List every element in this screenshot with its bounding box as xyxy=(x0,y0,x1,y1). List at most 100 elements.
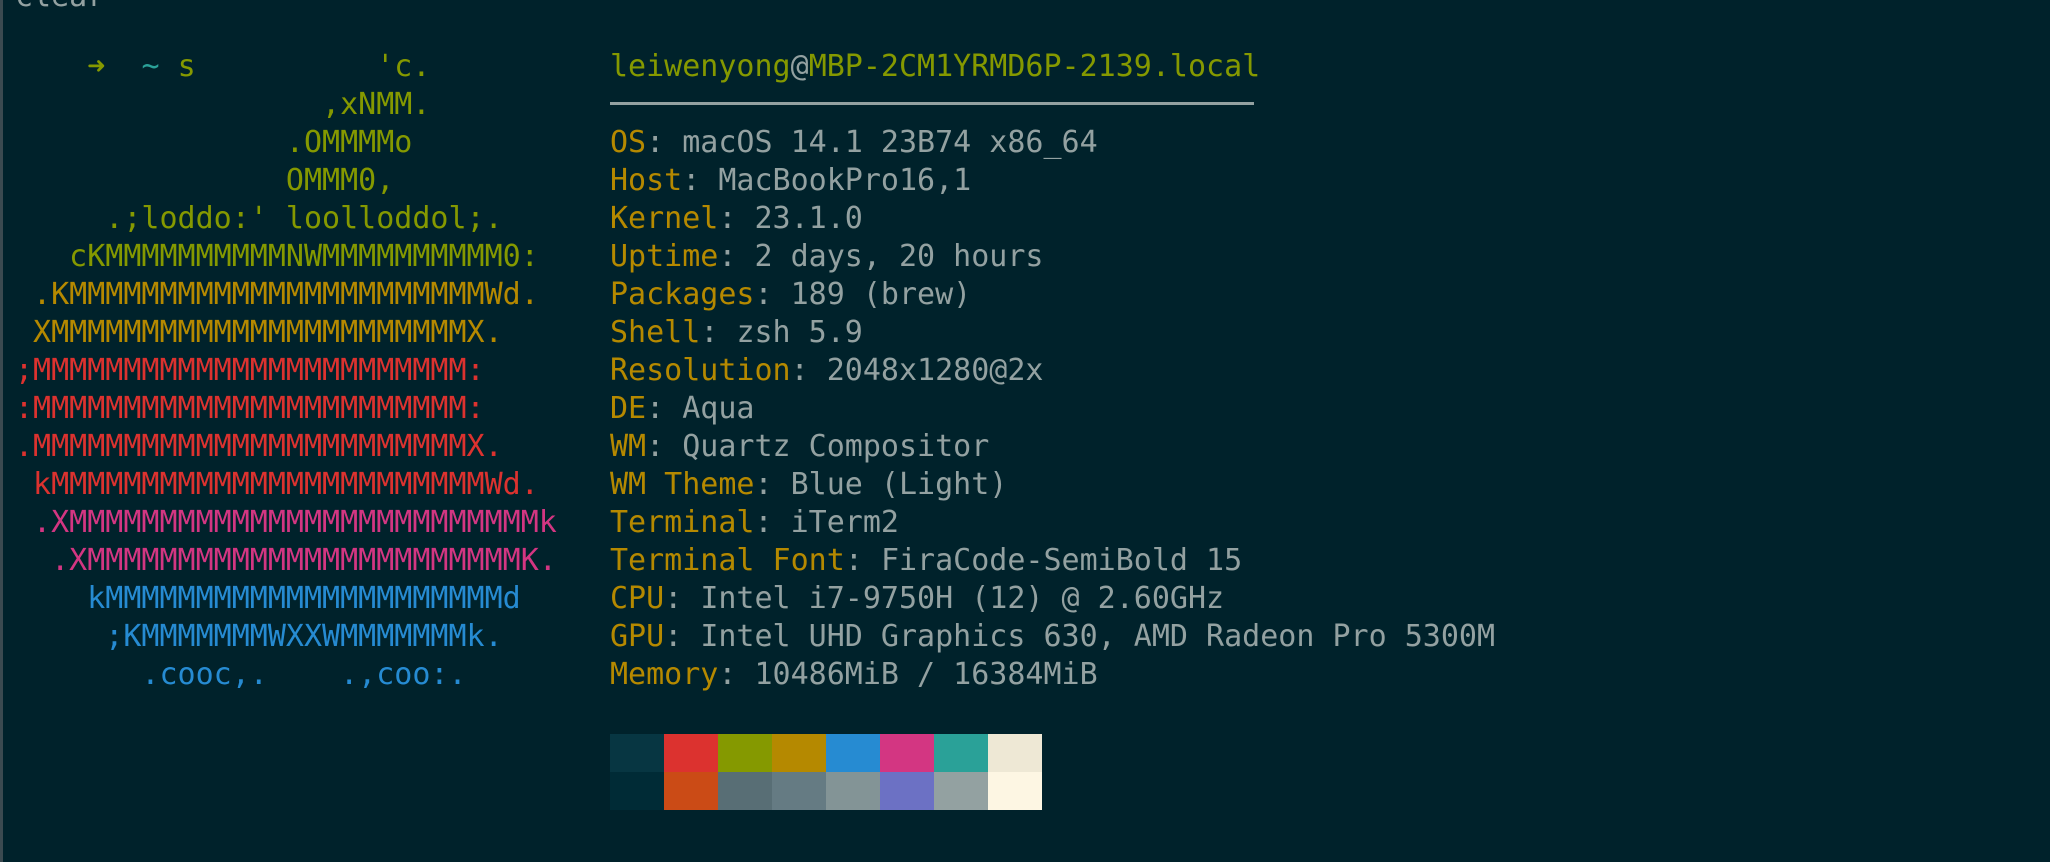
logo-line: 'c. xyxy=(15,49,431,84)
logo-line: kMMMMMMMMMMMMMMMMMMMMMMd xyxy=(15,581,521,616)
color-swatch xyxy=(880,734,934,772)
info-value: 10486MiB / 16384MiB xyxy=(754,657,1098,692)
info-label: WM Theme xyxy=(610,467,755,502)
info-label: Packages xyxy=(610,277,755,312)
info-colon: : xyxy=(646,429,683,464)
info-value: zsh 5.9 xyxy=(736,315,863,350)
info-colon: : xyxy=(682,163,719,198)
logo-line: .OMMMMo xyxy=(15,125,413,160)
logo-line: .XMMMMMMMMMMMMMMMMMMMMMMMMMMk xyxy=(15,505,557,540)
palette-normal-row xyxy=(610,734,1042,772)
info-colon: : xyxy=(646,391,683,426)
info-label: Terminal xyxy=(610,505,755,540)
color-swatch xyxy=(880,772,934,810)
info-colon: : xyxy=(754,277,791,312)
info-row: Terminal Font: FiraCode-SemiBold 15 xyxy=(610,542,1495,580)
info-colon: : xyxy=(790,353,827,388)
info-colon: : xyxy=(718,657,755,692)
info-row: Uptime: 2 days, 20 hours xyxy=(610,238,1495,276)
info-label: Terminal Font xyxy=(610,543,845,578)
info-hostname: MBP-2CM1YRMD6P-2139.local xyxy=(808,49,1261,84)
color-swatch xyxy=(934,734,988,772)
info-row: CPU: Intel i7-9750H (12) @ 2.60GHz xyxy=(610,580,1495,618)
info-fields: OS: macOS 14.1 23B74 x86_64 Host: MacBook… xyxy=(610,124,1495,694)
logo-line: ;MMMMMMMMMMMMMMMMMMMMMMMM: xyxy=(15,353,485,388)
color-swatch xyxy=(610,772,664,810)
info-row: Terminal: iTerm2 xyxy=(610,504,1495,542)
info-row: Resolution: 2048x1280@2x xyxy=(610,352,1495,390)
logo-line: .MMMMMMMMMMMMMMMMMMMMMMMMX. xyxy=(15,429,503,464)
logo-line: kMMMMMMMMMMMMMMMMMMMMMMMMWd. xyxy=(15,467,539,502)
info-value: 2 days, 20 hours xyxy=(754,239,1044,274)
info-value: Blue (Light) xyxy=(790,467,1008,502)
info-label: WM xyxy=(610,429,647,464)
color-swatch xyxy=(772,734,826,772)
info-colon: : xyxy=(754,505,791,540)
info-colon: : xyxy=(664,619,701,654)
logo-line: .cooc,. .,coo:. xyxy=(15,657,467,692)
info-value: 23.1.0 xyxy=(754,201,863,236)
info-value: 2048x1280@2x xyxy=(826,353,1044,388)
info-at-sign: @ xyxy=(790,49,809,84)
palette-bright-row xyxy=(610,772,1042,810)
color-swatch xyxy=(934,772,988,810)
info-label: Host xyxy=(610,163,683,198)
info-value: iTerm2 xyxy=(790,505,899,540)
info-label: CPU xyxy=(610,581,665,616)
logo-line: ;KMMMMMMMWXXWMMMMMMMk. xyxy=(15,619,503,654)
color-palette xyxy=(610,734,1042,810)
info-label: DE xyxy=(610,391,647,426)
info-label: GPU xyxy=(610,619,665,654)
info-colon: : xyxy=(700,315,737,350)
info-label: Uptime xyxy=(610,239,719,274)
info-row: OS: macOS 14.1 23B74 x86_64 xyxy=(610,124,1495,162)
info-label: Memory xyxy=(610,657,719,692)
logo-line: .XMMMMMMMMMMMMMMMMMMMMMMMMK. xyxy=(15,543,557,578)
info-label: Kernel xyxy=(610,201,719,236)
info-colon: : xyxy=(718,201,755,236)
system-info-panel: leiwenyong@MBP-2CM1YRMD6P-2139.local OS:… xyxy=(610,48,1495,694)
logo-line: cKMMMMMMMMMMNWMMMMMMMMMM0: xyxy=(15,239,539,274)
info-row: Packages: 189 (brew) xyxy=(610,276,1495,314)
color-swatch xyxy=(988,734,1042,772)
logo-line: ,xNMM. xyxy=(15,87,431,122)
info-value: Aqua xyxy=(682,391,755,426)
info-row: GPU: Intel UHD Graphics 630, AMD Radeon … xyxy=(610,618,1495,656)
terminal-window[interactable]: clear ➜ ~ s 'c. ,xNMM. .OMMMMo OMMM0, .;… xyxy=(0,0,2050,862)
color-swatch xyxy=(826,772,880,810)
info-row: WM: Quartz Compositor xyxy=(610,428,1495,466)
shell-prompt: ➜ ~ s xyxy=(15,10,195,84)
info-row: Shell: zsh 5.9 xyxy=(610,314,1495,352)
info-title: leiwenyong@MBP-2CM1YRMD6P-2139.local xyxy=(610,48,1495,86)
color-swatch xyxy=(826,734,880,772)
info-row: WM Theme: Blue (Light) xyxy=(610,466,1495,504)
info-row: Kernel: 23.1.0 xyxy=(610,200,1495,238)
color-swatch xyxy=(718,772,772,810)
info-row: DE: Aqua xyxy=(610,390,1495,428)
info-value: macOS 14.1 23B74 x86_64 xyxy=(682,125,1098,160)
color-swatch xyxy=(610,734,664,772)
info-username: leiwenyong xyxy=(610,49,791,84)
info-value: 189 (brew) xyxy=(790,277,972,312)
logo-line: .KMMMMMMMMMMMMMMMMMMMMMMMWd. xyxy=(15,277,539,312)
info-row: Memory: 10486MiB / 16384MiB xyxy=(610,656,1495,694)
info-colon: : xyxy=(718,239,755,274)
info-value: MacBookPro16,1 xyxy=(718,163,972,198)
info-label: Resolution xyxy=(610,353,791,388)
logo-line: .;loddo:' loolloddol;. xyxy=(15,201,503,236)
logo-line: XMMMMMMMMMMMMMMMMMMMMMMMX. xyxy=(15,315,503,350)
color-swatch xyxy=(664,772,718,810)
info-row: Host: MacBookPro16,1 xyxy=(610,162,1495,200)
color-swatch xyxy=(664,734,718,772)
info-value: Intel i7-9750H (12) @ 2.60GHz xyxy=(700,581,1225,616)
logo-line: :MMMMMMMMMMMMMMMMMMMMMMMM: xyxy=(15,391,485,426)
info-value: FiraCode-SemiBold 15 xyxy=(880,543,1243,578)
info-label: Shell xyxy=(610,315,701,350)
logo-line: OMMM0, xyxy=(15,163,395,198)
info-colon: : xyxy=(664,581,701,616)
info-separator xyxy=(610,102,1254,105)
color-swatch xyxy=(772,772,826,810)
color-swatch xyxy=(718,734,772,772)
info-colon: : xyxy=(646,125,683,160)
info-label: OS xyxy=(610,125,647,160)
